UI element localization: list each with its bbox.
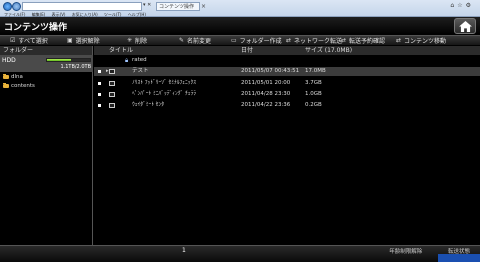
list-item[interactable]: ﾉﾘｽﾄ ﾌｯﾄﾞﾘｰｿﾞ ｾﾐﾅﾙﾌｪﾆｯｸｽ 2011/05/01 20:0… <box>94 79 480 88</box>
select-all-label: すべて選択 <box>18 38 48 45</box>
delete-label: 削除 <box>135 38 148 45</box>
item-title: rated <box>132 57 147 63</box>
date-column-header[interactable]: 日付 <box>241 46 253 55</box>
hdd-usage-bar <box>46 58 91 62</box>
age-restriction-link[interactable]: 年齢制限解除 <box>389 249 422 255</box>
transfer-schedule-label: 転送予約確認 <box>349 38 386 45</box>
folder-icon <box>3 83 9 88</box>
tree-item-label: contents <box>11 83 35 89</box>
hdd-usage-fill <box>47 59 71 61</box>
network-transfer-label: ネットワーク転送 <box>294 38 343 45</box>
browser-tab[interactable]: コンテンツ操作 <box>156 2 200 11</box>
video-thumbnail-icon <box>109 92 115 97</box>
home-button[interactable] <box>454 18 476 34</box>
tree-item-label: dlna <box>11 74 23 80</box>
item-title: ﾍﾟﾝﾊﾟｰﾄ ﾐﾆﾊﾞｯﾃﾞｨﾝｸﾞ ﾁｪﾗﾗ <box>132 91 196 97</box>
folder-icon <box>3 74 9 79</box>
checkbox[interactable] <box>98 70 101 73</box>
item-size: 0.2GB <box>305 102 322 108</box>
deselect-button[interactable]: ▣ 選択解除 <box>67 36 127 45</box>
network-transfer-button[interactable]: ⇄ ネットワーク転送 <box>286 36 343 45</box>
delete-button[interactable]: ✳ 削除 <box>127 36 179 45</box>
item-size: 1.0GB <box>305 91 322 97</box>
list-item[interactable]: 🔒︎ rated <box>94 56 480 65</box>
hdd-capacity: 1.1TB/2.0TB <box>60 64 91 70</box>
tree-item-dlna[interactable]: dlna <box>3 74 23 80</box>
address-bar[interactable] <box>22 2 142 11</box>
file-list: 🔒︎ rated ▸ テスト 2011/05/07 00:43:51 17.0M… <box>94 55 480 245</box>
select-all-icon: ☑ <box>10 37 16 44</box>
back-icon[interactable] <box>3 2 12 11</box>
file-list-header: タイトル 日付 サイズ (17.0MB) <box>94 46 480 55</box>
item-size: 3.7GB <box>305 80 322 86</box>
folder-panel: HDD 1.1TB/2.0TB dlna contents <box>0 55 93 245</box>
item-title: ｳｪｲﾀﾞﾐｰﾄ ｾﾝﾀ <box>132 102 164 108</box>
transfer-schedule-icon: ⇄ <box>341 37 347 44</box>
item-date: 2011/05/01 20:00 <box>241 80 291 86</box>
hdd-label: HDD <box>2 57 16 64</box>
new-folder-icon: ▭ <box>231 37 237 44</box>
item-size: 17.0MB <box>305 68 326 74</box>
list-item[interactable]: ﾍﾟﾝﾊﾟｰﾄ ﾐﾆﾊﾞｯﾃﾞｨﾝｸﾞ ﾁｪﾗﾗ 2011/04/28 23:3… <box>94 90 480 99</box>
item-date: 2011/04/22 23:36 <box>241 102 291 108</box>
lock-icon: 🔒︎ <box>125 57 129 64</box>
footer: 1 年齢制限解除 転送状態 <box>0 245 480 262</box>
network-transfer-icon: ⇄ <box>286 37 292 44</box>
move-content-label: コンテンツ移動 <box>404 38 447 45</box>
checkbox[interactable] <box>98 93 101 96</box>
video-thumbnail-icon <box>109 69 115 74</box>
item-date: 2011/04/28 23:30 <box>241 91 291 97</box>
deselect-icon: ▣ <box>67 37 73 44</box>
folder-column-header: フォルダー <box>0 46 93 55</box>
item-title: テスト <box>132 68 149 74</box>
rename-button[interactable]: ✎ 名前変更 <box>179 36 231 45</box>
page-number[interactable]: 1 <box>182 247 186 254</box>
select-all-button[interactable]: ☑ すべて選択 <box>10 36 67 45</box>
checkbox[interactable] <box>98 104 101 107</box>
delete-icon: ✳ <box>127 37 133 44</box>
new-folder-label: フォルダー作成 <box>239 38 282 45</box>
video-thumbnail-icon <box>109 81 115 86</box>
tree-item-contents[interactable]: contents <box>3 83 35 89</box>
address-bar-icons[interactable]: ▾ ✕ <box>143 2 151 8</box>
transfer-schedule-button[interactable]: ⇄ 転送予約確認 <box>341 36 396 45</box>
new-folder-button[interactable]: ▭ フォルダー作成 <box>231 36 286 45</box>
item-date: 2011/05/07 00:43:51 <box>241 68 300 74</box>
rename-icon: ✎ <box>179 37 185 44</box>
forward-icon[interactable] <box>12 2 21 11</box>
rename-label: 名前変更 <box>187 38 212 45</box>
taskbar-strip <box>438 254 480 262</box>
title-column-header[interactable]: タイトル <box>109 46 133 55</box>
tab-close-icon[interactable]: × <box>201 3 206 10</box>
home-icon <box>458 20 472 32</box>
page-title: コンテンツ操作 <box>4 23 68 33</box>
move-icon: ⇄ <box>396 37 402 44</box>
video-thumbnail-icon <box>109 103 115 108</box>
hdd-item[interactable]: HDD 1.1TB/2.0TB <box>0 55 93 72</box>
move-content-button[interactable]: ⇄ コンテンツ移動 <box>396 36 446 45</box>
app-header: コンテンツ操作 <box>0 17 480 35</box>
toolbar: ☑ すべて選択 ▣ 選択解除 ✳ 削除 ✎ 名前変更 ▭ フォルダー作成 ⇄ ネ… <box>0 35 480 46</box>
checkbox[interactable] <box>98 82 101 85</box>
list-item[interactable]: ▸ テスト 2011/05/07 00:43:51 17.0MB <box>94 67 480 76</box>
item-title: ﾉﾘｽﾄ ﾌｯﾄﾞﾘｰｿﾞ ｾﾐﾅﾙﾌｪﾆｯｸｽ <box>132 80 196 86</box>
deselect-label: 選択解除 <box>75 38 100 45</box>
browser-toolbar-icons[interactable]: ⌂☆⚙ <box>450 2 474 9</box>
browser-chrome: ▾ ✕ コンテンツ操作 × ⌂☆⚙ ファイル(F) 編集(E) 表示(V) お気… <box>0 0 480 17</box>
list-item[interactable]: ｳｪｲﾀﾞﾐｰﾄ ｾﾝﾀ 2011/04/22 23:36 0.2GB <box>94 101 480 110</box>
size-column-header[interactable]: サイズ (17.0MB) <box>305 46 352 55</box>
